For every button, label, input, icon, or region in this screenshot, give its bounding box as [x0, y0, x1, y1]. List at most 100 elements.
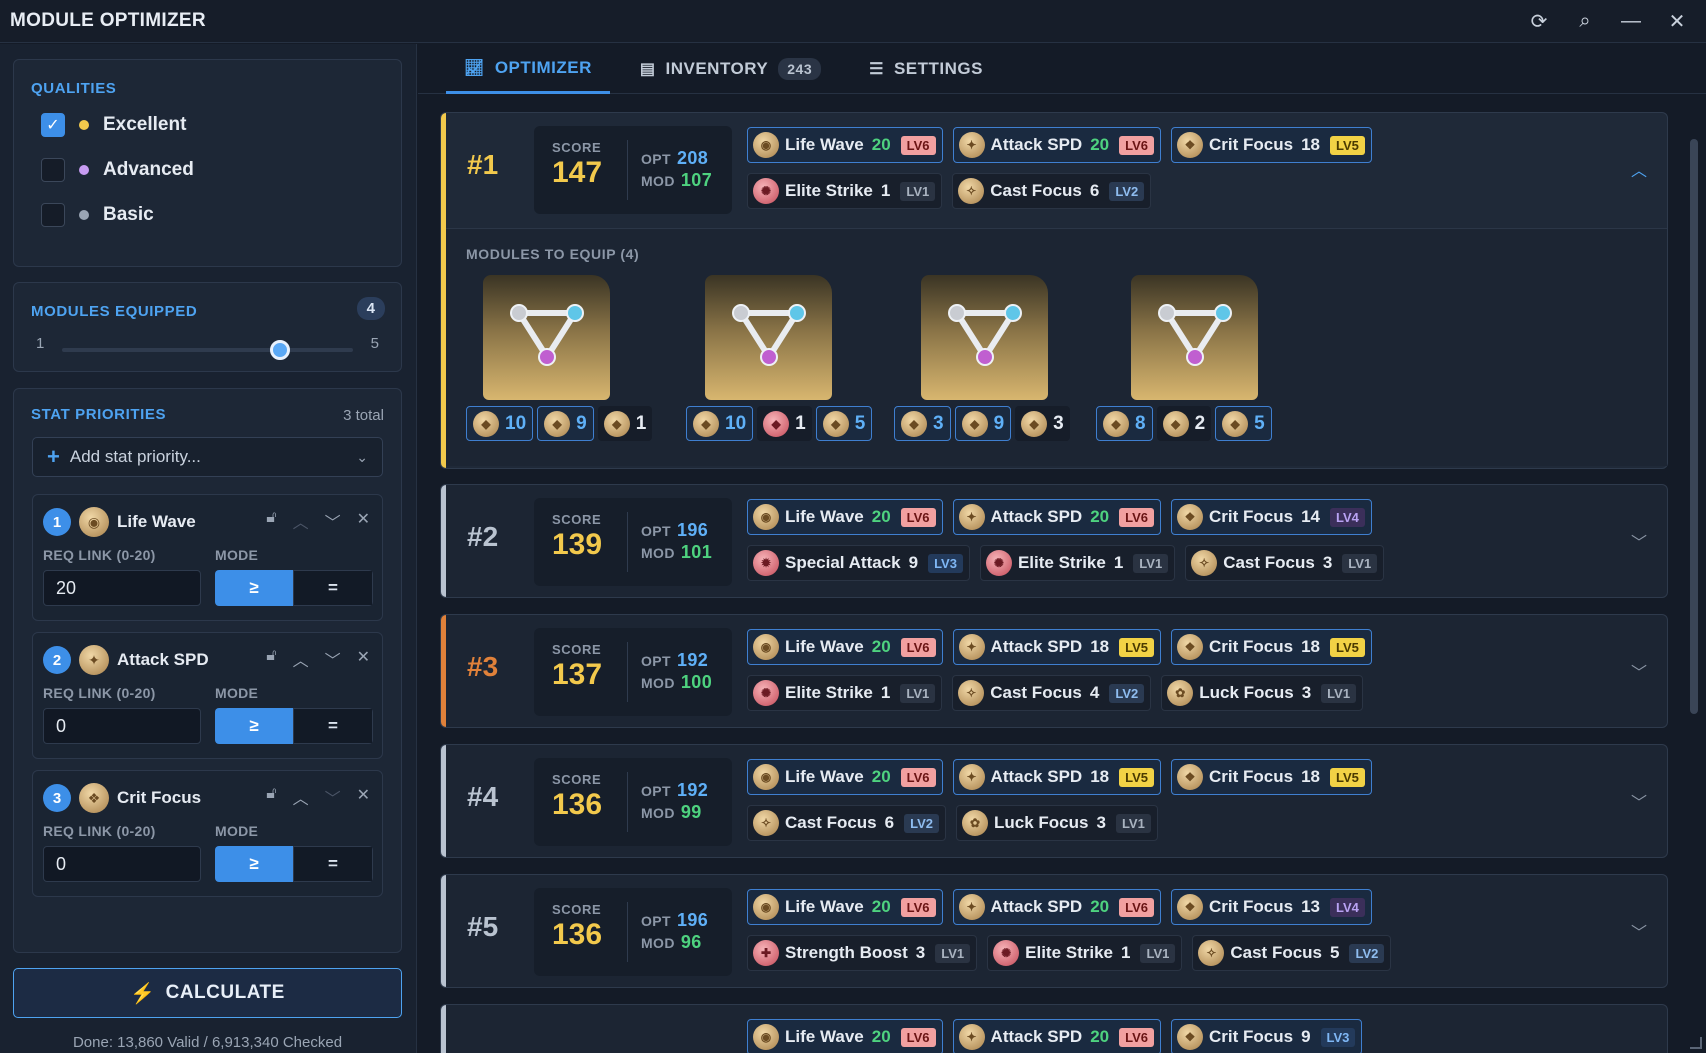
result-card[interactable]: #1 SCORE 147 OPT 208 MOD 107 ︿ ◉ Life Wave 20 LV6 ✦ A…	[440, 112, 1668, 469]
module-tile[interactable]	[705, 275, 832, 400]
lock-icon[interactable]: 🔓︎	[266, 647, 276, 671]
divider	[627, 140, 628, 200]
resize-handle[interactable]	[1690, 1037, 1702, 1049]
mode-eq-button[interactable]: =	[293, 570, 373, 606]
quality-advanced[interactable]: Advanced	[41, 158, 194, 182]
stat-priorities-title: STAT PRIORITIES	[31, 406, 167, 423]
level-badge: LV6	[900, 767, 936, 787]
zoom-icon[interactable]: ⌕	[1574, 10, 1596, 32]
tab-settings[interactable]: ☰ SETTINGS	[851, 44, 1001, 94]
result-card[interactable]: #5 SCORE 136 OPT 196 MOD 96 ﹀ ◉ Life Wave 20 LV6 ✦ At…	[440, 874, 1668, 988]
level-badge: LV1	[1140, 943, 1176, 963]
move-down-icon[interactable]: ﹀	[325, 509, 341, 533]
level-badge: LV6	[1119, 135, 1154, 155]
tab-label: INVENTORY	[665, 59, 769, 78]
stat-icon: ✦	[958, 504, 985, 530]
add-stat-placeholder: Add stat priority...	[69, 447, 201, 466]
stat-value: 20	[1090, 1027, 1110, 1046]
module-stat-value: 3	[1053, 412, 1064, 434]
priority-tools: 🔓︎ ︿ ﹀ ✕	[266, 647, 370, 671]
quality-checkbox[interactable]	[41, 158, 65, 182]
inventory-count-badge: 243	[778, 58, 822, 80]
mode-eq-button[interactable]: =	[293, 846, 373, 882]
add-stat-priority-dropdown[interactable]: + Add stat priority... ⌄	[32, 437, 383, 477]
result-card[interactable]: #2 SCORE 139 OPT 196 MOD 101 ﹀ ◉ Life Wave 20 LV6 ✦ A…	[440, 484, 1668, 598]
quality-basic[interactable]: Basic	[41, 203, 154, 227]
stat-icon: ◆	[1021, 410, 1048, 437]
move-up-icon[interactable]: ︿	[293, 509, 309, 533]
slider-min: 1	[36, 335, 45, 352]
stat-icon: ✚	[753, 940, 779, 966]
mode-eq-button[interactable]: =	[293, 708, 373, 744]
stat-value: 1	[1121, 943, 1131, 962]
opt-value: 196	[676, 520, 709, 540]
stat-icon: ✧	[1191, 550, 1218, 576]
tab-optimizer[interactable]: 📈︎ OPTIMIZER	[446, 44, 610, 94]
tab-inventory[interactable]: ▤ INVENTORY 243	[622, 44, 839, 94]
module-tile[interactable]	[921, 275, 1048, 400]
move-up-icon[interactable]: ︿	[293, 785, 309, 809]
refresh-icon[interactable]: ⟳	[1528, 10, 1550, 33]
result-card[interactable]: ◉ Life Wave 20 LV6 ✦ Attack SPD 20 LV6 ❖ Crit Foc…	[440, 1004, 1668, 1053]
close-icon[interactable]: ✕	[1666, 10, 1688, 33]
mod-label: MOD	[641, 173, 675, 189]
stat-value: 13	[1301, 897, 1320, 916]
module-stat-value: 5	[854, 412, 866, 434]
chevron-down-icon[interactable]: ﹀	[1631, 919, 1647, 943]
chevron-down-icon[interactable]: ﹀	[1631, 789, 1647, 813]
inventory-icon: ▤	[639, 61, 656, 78]
result-card[interactable]: #4 SCORE 136 OPT 192 MOD 99 ﹀ ◉ Life Wave 20 LV6 ✦ At…	[440, 744, 1668, 858]
module-tile[interactable]	[1131, 275, 1258, 400]
minimize-icon[interactable]: —	[1620, 10, 1642, 32]
stat-chip: ✺ Elite Strike 1 LV1	[747, 675, 943, 711]
quality-excellent[interactable]: ✓ Excellent	[41, 113, 186, 137]
opt-value: 192	[676, 780, 709, 800]
stat-icon: ◆	[473, 410, 499, 437]
stat-name: Cast Focus	[1223, 553, 1315, 572]
level-badge: LV5	[1329, 767, 1365, 787]
chevron-down-icon[interactable]: ﹀	[1631, 659, 1647, 683]
level-badge: LV1	[1342, 553, 1378, 573]
req-link-input[interactable]	[43, 570, 201, 606]
mode-label: MODE	[215, 823, 259, 839]
move-down-icon[interactable]: ﹀	[325, 785, 341, 809]
quality-checkbox[interactable]	[41, 203, 65, 227]
stat-name: Luck Focus	[1199, 683, 1294, 702]
stat-name: Elite Strike	[785, 181, 873, 200]
scrollbar-thumb[interactable]	[1690, 139, 1698, 714]
mode-ge-button[interactable]: ≥	[215, 570, 293, 606]
score-label: SCORE	[552, 902, 602, 917]
mode-ge-button[interactable]: ≥	[215, 708, 293, 744]
remove-icon[interactable]: ✕	[357, 647, 370, 671]
stat-icon: ✦	[958, 894, 985, 920]
stat-value: 20	[871, 507, 891, 526]
req-link-input[interactable]	[43, 846, 201, 882]
calculate-button[interactable]: ⚡ CALCULATE	[13, 968, 402, 1018]
chevron-down-icon[interactable]: ﹀	[1631, 529, 1647, 553]
lock-icon[interactable]: 🔓︎	[266, 509, 276, 533]
quality-checkbox[interactable]: ✓	[41, 113, 65, 137]
slider-knob[interactable]	[270, 340, 291, 360]
module-stat-value: 1	[635, 412, 647, 434]
stat-name: Crit Focus	[1209, 1027, 1294, 1046]
mode-ge-button[interactable]: ≥	[215, 846, 293, 882]
chevron-up-icon[interactable]: ︿	[1631, 157, 1647, 181]
module-tile[interactable]	[483, 275, 610, 400]
move-up-icon[interactable]: ︿	[293, 647, 309, 671]
remove-icon[interactable]: ✕	[357, 509, 370, 533]
opt-label: OPT	[641, 151, 671, 167]
stat-icon: ◉	[753, 504, 779, 530]
remove-icon[interactable]: ✕	[357, 785, 370, 809]
divider	[627, 642, 628, 702]
scrollbar[interactable]	[1688, 94, 1700, 1053]
move-down-icon[interactable]: ﹀	[325, 647, 341, 671]
stat-icon: ✧	[958, 680, 985, 706]
modules-slider[interactable]	[62, 340, 353, 360]
lock-icon[interactable]: 🔓︎	[266, 785, 276, 809]
req-link-input[interactable]	[43, 708, 201, 744]
result-card[interactable]: #3 SCORE 137 OPT 192 MOD 100 ﹀ ◉ Life Wave 20 LV6 ✦ A…	[440, 614, 1668, 728]
tab-bar: 📈︎ OPTIMIZER ▤ INVENTORY 243 ☰ SETTINGS	[418, 44, 1706, 94]
stat-icon: ◆	[693, 410, 719, 437]
module-triangle-icon	[948, 304, 1022, 366]
module-stat-value: 8	[1135, 412, 1146, 434]
